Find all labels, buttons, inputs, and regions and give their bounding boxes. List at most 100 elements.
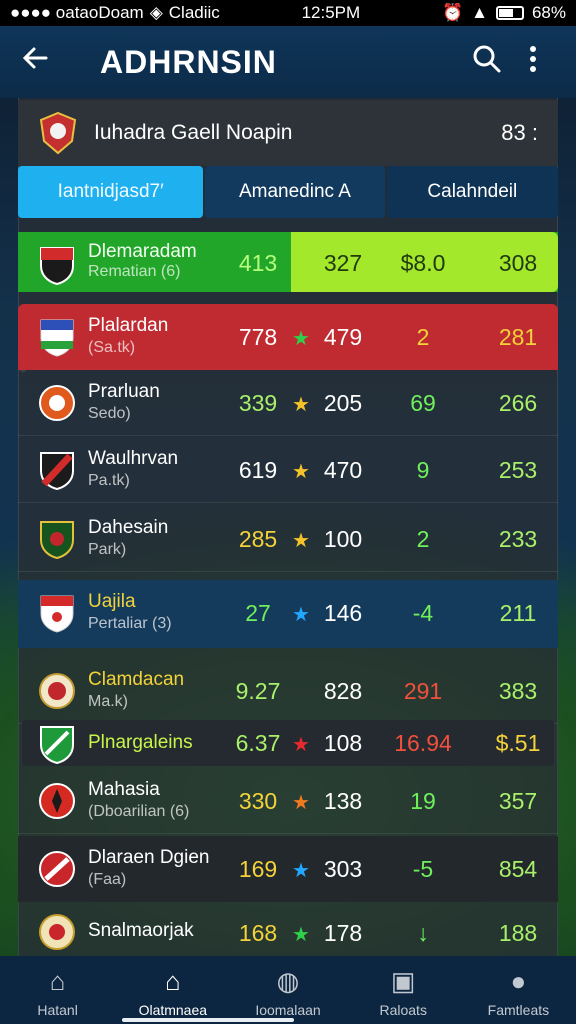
team-row[interactable]: Uajila Pertaliar (3) 27 ★ 146 -4 211 [18,580,558,648]
team-row[interactable]: Prarluan Sedo) 339 ★ 205 69 266 [18,370,558,436]
stat-1: 619 [238,457,278,483]
nav-label: Olatmnaea [138,1002,208,1018]
team-row[interactable]: Snalmaorjak 168 ★ 178 ↓ 188 [18,904,558,956]
stat-1: 339 [238,390,278,416]
league-crest-icon [39,111,77,155]
team-name: Clamdacan [88,669,185,690]
nav-label: Hatanl [37,1002,78,1018]
home-indicator[interactable] [122,1018,294,1022]
team-crest-icon [40,726,74,764]
stat-4: 383 [498,678,538,704]
team-crest-icon [40,247,74,285]
nav-standings[interactable]: ⌂ Olatmnaea [115,956,230,1024]
team-sub: (Faa) [88,871,127,888]
team-row[interactable]: Plnargaleins 6.37 ★ 108 16.94 $.51 [22,720,554,766]
team-name: Dlaraen Dgien [88,847,210,868]
stat-2: 205 [323,390,363,416]
team-crest-icon [40,452,74,490]
nav-matches[interactable]: ◍ Ioomalaan [230,956,345,1024]
team-row[interactable]: Dlaraen Dgien (Faa) 169 ★ 303 -5 854 [18,836,558,902]
stat-1: 778 [238,324,278,350]
star-icon: ★ [292,734,310,756]
team-name: Dahesain [88,517,169,538]
stat-4: 308 [498,250,538,276]
team-crest-icon [40,595,74,633]
league-header[interactable]: Iuhadra Gaell Noapin 83 : [18,100,558,166]
stat-3: 2 [416,324,430,350]
team-crest-icon [40,319,74,357]
team-name: Snalmaorjak [88,920,194,941]
stat-3: 2 [416,526,430,552]
stat-4: 357 [498,788,538,814]
stat-2: 108 [323,730,363,756]
stat-2: 470 [323,457,363,483]
stat-4: 854 [498,856,538,882]
stat-2: 178 [323,920,363,946]
team-name: Plalardan [88,315,169,336]
team-name: Dlemaradam [88,241,197,262]
star-icon: ★ [292,530,310,552]
team-sub: Ma.k) [88,693,128,710]
team-name: Mahasia [88,779,160,800]
stat-3: 9 [416,457,430,483]
stat-3: -5 [412,856,434,882]
tab-2[interactable]: Calahndeil [386,166,558,218]
stat-1: 27 [245,600,271,626]
stat-1: 9.27 [235,678,281,704]
star-icon: ★ [292,328,310,350]
stat-4: 233 [498,526,538,552]
tab-bar: Iantnidjasd7′ Amanedinc A Calahndeil [18,166,558,218]
team-sub: Pa.tk) [88,472,130,489]
stat-3: 16.94 [394,730,452,756]
stat-1: 169 [238,856,278,882]
team-row[interactable]: Clamdacan Ma.k) 9.27 828 291 383 [18,658,558,724]
status-carrier: Cladiic [168,3,220,22]
team-row[interactable]: Mahasia (Dboarilian (6) 330 ★ 138 19 357 [18,768,558,834]
team-row-highlight[interactable]: Dlemaradam Rematian (6) 413 327 $8.0 308 [18,232,558,292]
back-button[interactable] [20,43,80,82]
team-row[interactable]: Waulhrvan Pa.tk) 619 ★ 470 9 253 [18,437,558,503]
nav-home[interactable]: ⌂ Hatanl [0,956,115,1024]
league-extra: 83 : [501,120,538,145]
team-crest-icon [39,385,75,421]
team-sub: Park) [88,541,127,558]
tab-0[interactable]: Iantnidjasd7′ [18,166,204,218]
nav-results[interactable]: ▣ Raloats [346,956,461,1024]
status-bar: ●●●● oataoDoam ◈ Cladiic 12:5PM ⏰ ▲ 68% [0,0,576,26]
star-icon: ★ [292,394,310,416]
team-sub: (Sa.tk) [88,339,136,356]
tab-1[interactable]: Amanedinc A [205,166,385,218]
stat-3: $8.0 [400,250,446,276]
home-icon: ⌂ [49,966,66,996]
nav-favorites[interactable]: ● Famtleats [461,956,576,1024]
profile-icon: ● [510,966,527,996]
more-menu-button[interactable] [510,44,556,81]
battery-percent: 68% [531,3,566,22]
star-icon: ★ [292,604,310,626]
nav-label: Famtleats [487,1002,550,1018]
status-time: 12:5PM [301,3,361,22]
stat-1: 285 [238,526,278,552]
team-name: Plnargaleins [88,732,193,753]
stat-4: 188 [498,920,538,946]
stat-4: 253 [498,457,538,483]
team-sub: Sedo) [88,405,131,422]
star-icon: ★ [292,792,310,814]
battery-icon [495,6,524,20]
team-crest-icon [39,851,75,887]
star-icon: ★ [292,461,310,483]
search-icon [473,45,501,72]
star-icon: ★ [292,924,310,946]
stat-4: 266 [498,390,538,416]
search-button[interactable] [464,44,510,81]
bottom-nav: ⌂ Hatanl ⌂ Olatmnaea ◍ Ioomalaan ▣ Raloa… [0,956,576,1024]
app-bar: ADHRNSIN [0,26,576,98]
team-sub: Rematian (6) [88,263,181,280]
team-sub: Pertaliar (3) [88,615,172,632]
team-row[interactable]: Dahesain Park) 285 ★ 100 2 233 [18,506,558,572]
status-signal-carrier: ●●●● oataoDoam [10,3,144,22]
star-icon: ★ [292,860,310,882]
team-crest-icon [40,521,74,559]
team-row[interactable]: Plalardan (Sa.tk) 778 ★ 479 2 281 [18,304,558,370]
stat-4: $.51 [495,730,541,756]
